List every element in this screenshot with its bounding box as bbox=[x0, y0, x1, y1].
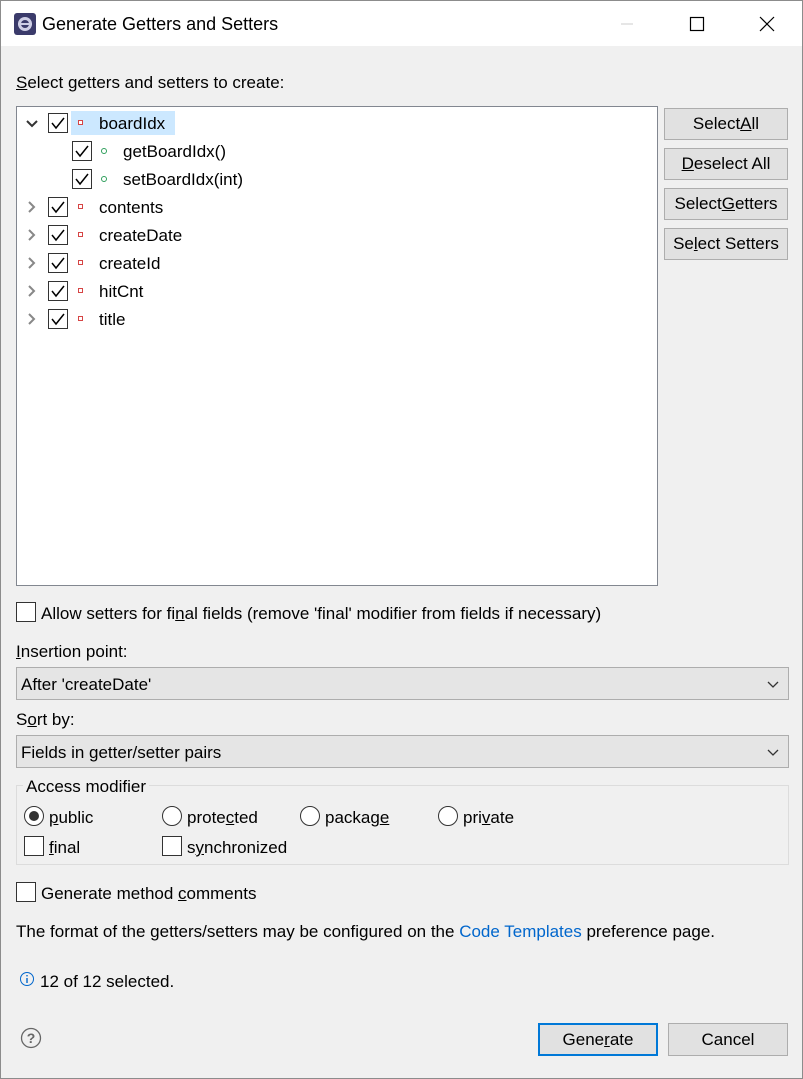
eclipse-app-icon bbox=[14, 13, 36, 35]
select-getters-button[interactable]: Select Getters bbox=[664, 188, 788, 220]
field-icon bbox=[78, 232, 83, 237]
title-bar: Generate Getters and Setters bbox=[1, 1, 802, 46]
check-icon bbox=[51, 285, 65, 298]
check-icon bbox=[51, 201, 65, 214]
tree-checkbox-boardidx[interactable] bbox=[48, 113, 68, 133]
tree-checkbox-contents[interactable] bbox=[48, 197, 68, 217]
access-modifier-group bbox=[16, 785, 789, 865]
maximize-button[interactable] bbox=[662, 1, 732, 46]
check-icon bbox=[51, 313, 65, 326]
tree-item-label: title bbox=[99, 310, 126, 329]
check-icon bbox=[51, 117, 65, 130]
chevron-right-icon[interactable] bbox=[24, 199, 40, 215]
synchronized-checkbox-label: synchronized bbox=[187, 838, 288, 857]
tree-item-label: setBoardIdx(int) bbox=[123, 170, 243, 189]
info-icon bbox=[20, 972, 34, 986]
code-templates-link[interactable]: Code Templates bbox=[459, 922, 582, 941]
close-button[interactable] bbox=[732, 1, 802, 46]
insertion-point-select[interactable]: After 'createDate' bbox=[16, 667, 789, 700]
tree-checkbox-createdate[interactable] bbox=[48, 225, 68, 245]
tree-item-label: boardIdx bbox=[99, 114, 166, 133]
check-icon bbox=[51, 229, 65, 242]
tree-item-label: createId bbox=[99, 254, 161, 273]
svg-text:?: ? bbox=[27, 1030, 36, 1046]
check-icon bbox=[51, 257, 65, 270]
dialog-window: Generate Getters and Setters Select gett… bbox=[0, 0, 803, 1079]
tree-checkbox-title[interactable] bbox=[48, 309, 68, 329]
check-icon bbox=[75, 173, 89, 186]
radio-package[interactable] bbox=[300, 806, 320, 826]
chevron-down-icon[interactable] bbox=[24, 116, 40, 132]
select-setters-button[interactable]: Se l ect Setters bbox=[664, 228, 788, 260]
access-modifier-title: Access modifier bbox=[23, 777, 149, 797]
tree-checkbox-hitcnt[interactable] bbox=[48, 281, 68, 301]
field-icon bbox=[78, 204, 83, 209]
chevron-right-icon[interactable] bbox=[24, 283, 40, 299]
field-icon bbox=[78, 260, 83, 265]
chevron-down-icon bbox=[767, 749, 779, 756]
check-icon bbox=[75, 145, 89, 158]
minimize-icon bbox=[621, 23, 633, 24]
sort-by-value: Fields in getter/setter pairs bbox=[21, 743, 222, 762]
generate-button[interactable]: Gene r ate bbox=[538, 1023, 658, 1056]
radio-public-label: public bbox=[49, 808, 94, 827]
tree-item-label: getBoardIdx() bbox=[123, 142, 226, 161]
generate-comments-checkbox[interactable] bbox=[16, 882, 36, 902]
sort-by-label: Sort by: bbox=[16, 710, 75, 729]
field-icon bbox=[78, 288, 83, 293]
chevron-right-icon[interactable] bbox=[24, 227, 40, 243]
format-note: The format of the getters/setters may be… bbox=[16, 922, 715, 941]
radio-private[interactable] bbox=[438, 806, 458, 826]
tree-item-label: contents bbox=[99, 198, 164, 217]
allow-final-setters-label: Allow setters for final fields (remove '… bbox=[41, 604, 602, 623]
cancel-button[interactable]: Cancel bbox=[668, 1023, 788, 1056]
allow-final-setters-checkbox[interactable] bbox=[16, 602, 36, 622]
selection-status: 12 of 12 selected. bbox=[40, 972, 175, 991]
select-members-label: Select getters and setters to create: bbox=[16, 73, 285, 92]
chevron-right-icon[interactable] bbox=[24, 311, 40, 327]
method-icon bbox=[101, 176, 107, 182]
method-icon bbox=[101, 148, 107, 154]
radio-private-label: private bbox=[463, 808, 515, 827]
deselect-all-button[interactable]: Deselect All bbox=[664, 148, 788, 180]
radio-public[interactable] bbox=[24, 806, 44, 826]
insertion-point-value: After 'createDate' bbox=[21, 675, 152, 694]
maximize-icon bbox=[689, 16, 705, 31]
tree-item-label: createDate bbox=[99, 226, 183, 245]
insertion-point-label: Insertion point: bbox=[16, 642, 128, 661]
field-icon bbox=[78, 316, 83, 321]
tree-item-label: hitCnt bbox=[99, 282, 144, 301]
radio-dot bbox=[29, 811, 39, 821]
tree-checkbox-getboardidx[interactable] bbox=[72, 141, 92, 161]
help-icon[interactable]: ? bbox=[20, 1027, 42, 1049]
generate-comments-label: Generate method comments bbox=[41, 884, 257, 903]
minimize-button[interactable] bbox=[592, 1, 662, 46]
field-icon bbox=[78, 120, 83, 125]
radio-protected[interactable] bbox=[162, 806, 182, 826]
window-title: Generate Getters and Setters bbox=[42, 14, 279, 34]
tree-checkbox-createid[interactable] bbox=[48, 253, 68, 273]
radio-protected-label: protected bbox=[187, 808, 258, 827]
tree-checkbox-setboardidx[interactable] bbox=[72, 169, 92, 189]
select-all-button[interactable]: Select All bbox=[664, 108, 788, 140]
chevron-down-icon bbox=[767, 681, 779, 688]
close-icon bbox=[759, 16, 775, 31]
sort-by-select[interactable]: Fields in getter/setter pairs bbox=[16, 735, 789, 768]
members-tree[interactable]: boardIdx getBoardIdx() setBoardIdx(int) … bbox=[16, 106, 658, 586]
final-checkbox-label: final bbox=[49, 838, 81, 857]
chevron-right-icon[interactable] bbox=[24, 255, 40, 271]
final-checkbox[interactable] bbox=[24, 836, 44, 856]
synchronized-checkbox[interactable] bbox=[162, 836, 182, 856]
radio-package-label: package bbox=[325, 808, 390, 827]
